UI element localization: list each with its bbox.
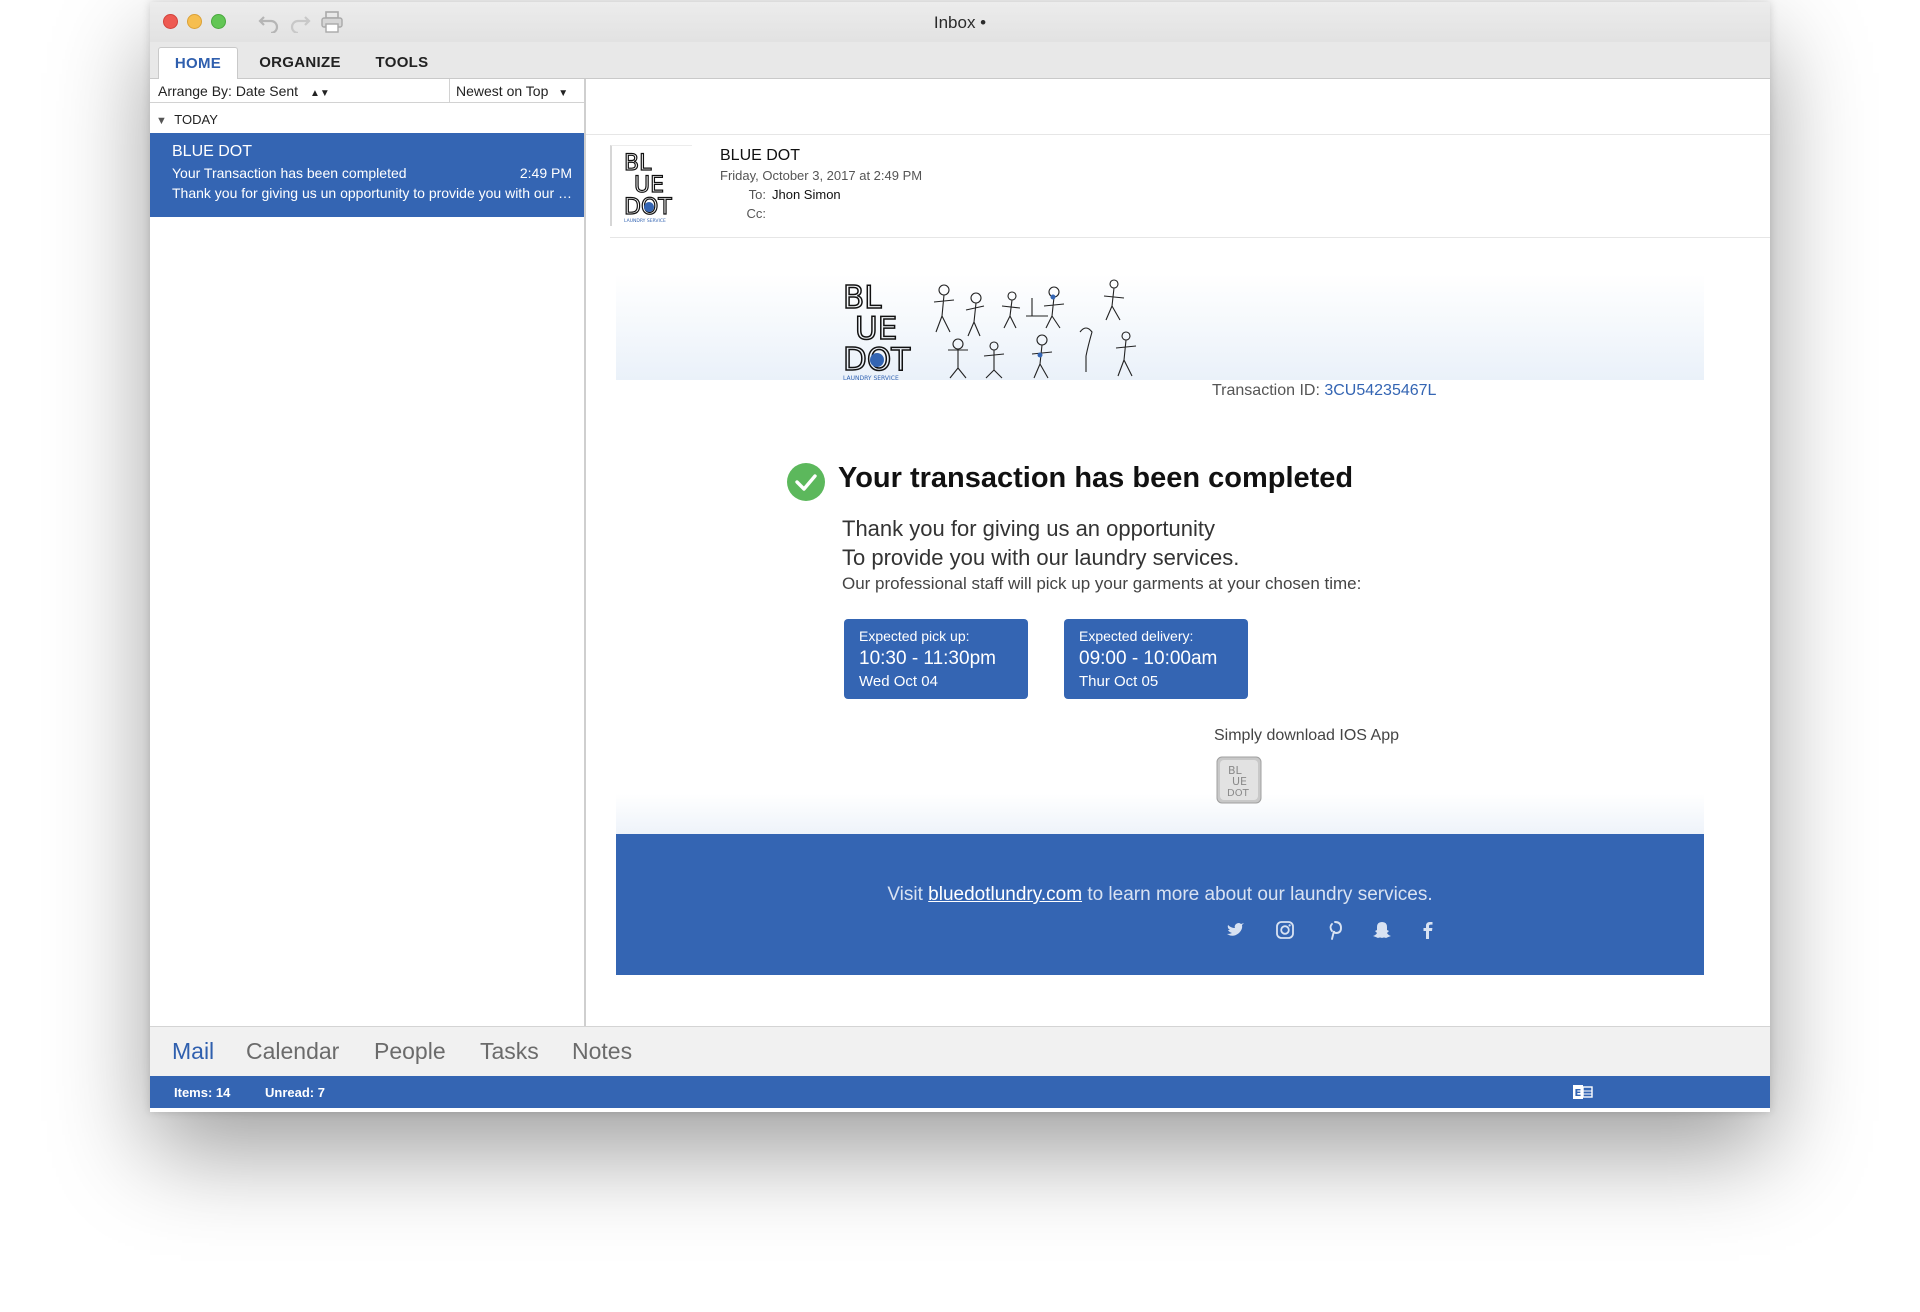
- nav-notes[interactable]: Notes: [572, 1038, 632, 1065]
- window-title: Inbox •: [933, 13, 987, 32]
- exchange-connection-icon[interactable]: E: [1572, 1083, 1594, 1101]
- ios-app-icon[interactable]: BL UE DOT: [1216, 756, 1262, 806]
- to-label: To:: [748, 187, 766, 202]
- pickup-day: Wed Oct 04: [859, 673, 938, 690]
- transaction-label: Transaction ID:: [1212, 382, 1320, 399]
- disclosure-triangle-icon[interactable]: ▼: [156, 115, 167, 127]
- sort-order-dropdown[interactable]: Newest on Top ▼: [456, 83, 568, 99]
- items-count: Items: 14: [174, 1085, 231, 1100]
- header-cc-row: Cc:: [720, 206, 772, 221]
- thank-you-text: Thank you for giving us an opportunity T…: [842, 514, 1239, 572]
- message-list-pane: Arrange By: Date Sent ▲▼ Newest on Top ▼…: [150, 79, 586, 1026]
- arrange-by-dropdown[interactable]: Arrange By: Date Sent ▲▼: [158, 83, 330, 99]
- transaction-info: Transaction ID: 3CU54235467L: [1212, 382, 1436, 400]
- nav-tasks[interactable]: Tasks: [480, 1038, 539, 1065]
- thank-you-line-1: Thank you for giving us an opportunity: [842, 516, 1216, 541]
- unread-count: Unread: 7: [265, 1085, 325, 1100]
- message-preview: Thank you for giving us un opportunity t…: [172, 185, 572, 201]
- reading-pane: BL UE DOT LAUNDRY SERVICE BLUE DOT Frida…: [586, 79, 1770, 1026]
- delivery-day: Thur Oct 05: [1079, 673, 1159, 690]
- pickup-note: Our professional staff will pick up your…: [842, 574, 1362, 593]
- website-link[interactable]: bluedotlundry.com: [928, 884, 1082, 905]
- title-bar: Inbox •: [150, 2, 1770, 42]
- blue-dot-logo-icon: BL UE DOT LAUNDRY SERVICE: [623, 150, 672, 224]
- arrange-divider: [449, 79, 450, 103]
- pickup-card: Expected pick up: 10:30 - 11:30pm Wed Oc…: [844, 619, 1028, 699]
- footer-prefix: Visit: [887, 884, 923, 905]
- app-icon-line-3: DOT: [1227, 788, 1250, 799]
- pickup-label: Expected pick up:: [859, 628, 970, 644]
- check-circle-icon: [787, 463, 825, 501]
- header-date: Friday, October 3, 2017 at 2:49 PM: [720, 168, 923, 183]
- sender-avatar[interactable]: BL UE DOT LAUNDRY SERVICE: [610, 145, 692, 226]
- tab-organize[interactable]: ORGANIZE: [250, 47, 350, 79]
- module-nav: Mail Calendar People Tasks Notes: [150, 1026, 1770, 1077]
- nav-calendar[interactable]: Calendar: [246, 1038, 339, 1065]
- recipient-name[interactable]: Jhon Simon: [772, 187, 841, 202]
- footer-suffix: to learn more about our laundry services…: [1087, 884, 1433, 905]
- chevron-down-icon: ▼: [558, 88, 569, 99]
- divider: [610, 237, 1770, 238]
- sort-updown-icon: ▲▼: [309, 88, 330, 99]
- email-body: BL UE DOT LAUNDRY SERVICE: [616, 274, 1704, 1026]
- message-sender: BLUE DOT: [172, 143, 253, 160]
- sort-order-label: Newest on Top: [456, 83, 549, 99]
- pickup-time: 10:30 - 11:30pm: [859, 648, 996, 669]
- hero-logo-tagline: LAUNDRY SERVICE: [843, 375, 899, 382]
- svg-text:E: E: [1575, 1088, 1582, 1099]
- outlook-window: Inbox • HOME ORGANIZE TOOLS Arrange By: …: [150, 2, 1770, 1112]
- cc-label: Cc:: [746, 206, 767, 221]
- tab-tools[interactable]: TOOLS: [362, 47, 442, 79]
- group-header-today[interactable]: ▼ TODAY: [156, 112, 218, 127]
- email-headline: Your transaction has been completed: [838, 462, 1354, 494]
- app-icon-line-2: UE: [1232, 775, 1247, 788]
- divider: [586, 134, 1770, 135]
- group-label: TODAY: [174, 112, 218, 127]
- message-time: 2:49 PM: [519, 165, 572, 181]
- twitter-icon[interactable]: [1224, 919, 1246, 941]
- email-hero: BL UE DOT LAUNDRY SERVICE: [616, 274, 1704, 382]
- nav-mail[interactable]: Mail: [172, 1038, 214, 1065]
- hero-logo-icon: BL UE DOT LAUNDRY SERVICE: [842, 279, 912, 382]
- arrange-by-label: Arrange By: Date Sent: [158, 83, 299, 99]
- thank-you-line-2: To provide you with our laundry services…: [842, 545, 1240, 570]
- header-to-row: To: Jhon Simon: [720, 187, 841, 202]
- transaction-id-link[interactable]: 3CU54235467L: [1324, 382, 1436, 399]
- delivery-label: Expected delivery:: [1079, 628, 1194, 644]
- delivery-card: Expected delivery: 09:00 - 10:00am Thur …: [1064, 619, 1248, 699]
- ribbon-tabs: HOME ORGANIZE TOOLS: [150, 42, 1770, 79]
- message-list-item[interactable]: BLUE DOT Your Transaction has been compl…: [150, 133, 584, 217]
- snapchat-icon[interactable]: [1371, 919, 1393, 941]
- footer-fade: [616, 794, 1704, 834]
- email-footer: Visit bluedotlundry.com to learn more ab…: [616, 834, 1704, 975]
- facebook-icon[interactable]: [1416, 919, 1438, 941]
- footer-text: Visit bluedotlundry.com to learn more ab…: [616, 884, 1704, 906]
- pinterest-icon[interactable]: [1324, 919, 1346, 941]
- tab-home[interactable]: HOME: [158, 47, 238, 79]
- instagram-icon[interactable]: [1274, 919, 1296, 941]
- logo-tagline: LAUNDRY SERVICE: [624, 218, 666, 224]
- message-subject: Your Transaction has been completed: [172, 165, 407, 181]
- download-app-text: Simply download IOS App: [1214, 727, 1399, 744]
- status-bar: Items: 14 Unread: 7 E: [150, 1076, 1770, 1108]
- laundry-illustration-icon: [933, 279, 1137, 379]
- arrange-bar: Arrange By: Date Sent ▲▼ Newest on Top ▼: [150, 79, 584, 103]
- delivery-time: 09:00 - 10:00am: [1079, 648, 1218, 669]
- nav-people[interactable]: People: [374, 1038, 446, 1065]
- header-sender: BLUE DOT: [720, 147, 801, 164]
